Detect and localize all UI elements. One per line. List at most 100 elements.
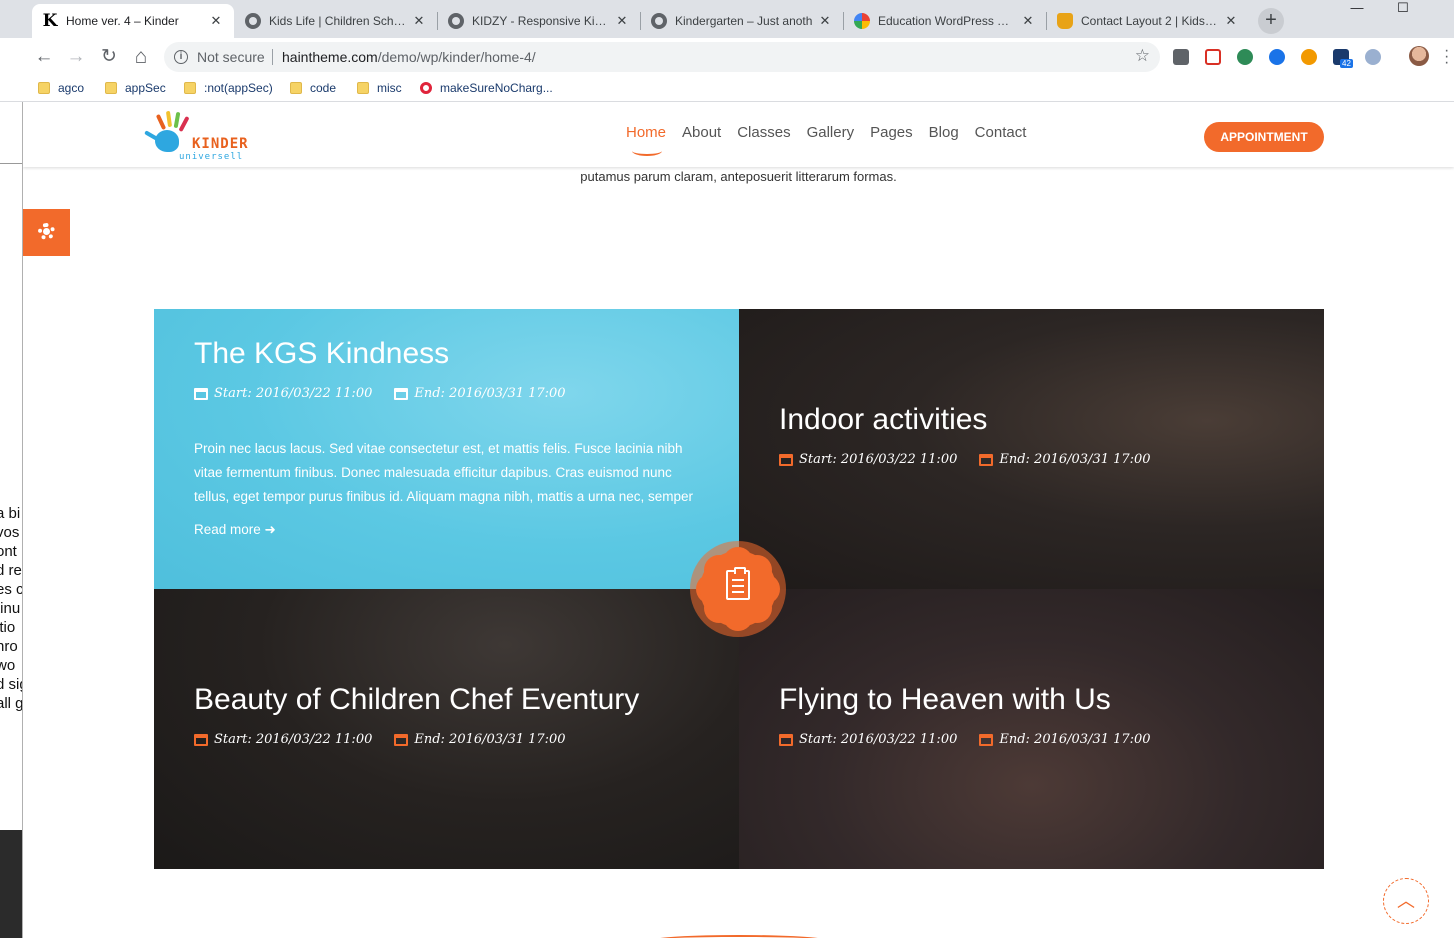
close-tab-icon[interactable]: ✕ — [817, 13, 833, 29]
globe-icon — [448, 13, 464, 29]
nav-gallery[interactable]: Gallery — [807, 124, 855, 141]
fragment-text: d re — [0, 562, 22, 579]
event-end: End: 2016/03/31 17:00 — [999, 452, 1151, 467]
nav-classes[interactable]: Classes — [737, 124, 790, 141]
event-start: Start: 2016/03/22 11:00 — [799, 452, 958, 467]
close-tab-icon[interactable]: ✕ — [1223, 13, 1239, 29]
nav-contact[interactable]: Contact — [975, 124, 1027, 141]
bookmark-label: makeSureNoCharg... — [440, 81, 553, 95]
event-meta: Start: 2016/03/22 11:00 End: 2016/03/31 … — [779, 452, 1151, 467]
tab-title: Contact Layout 2 | Kids Lif — [1081, 14, 1219, 28]
tab-education-wordpress[interactable]: Education WordPress Ther ✕ — [844, 4, 1046, 38]
event-title[interactable]: Indoor activities — [779, 403, 987, 437]
fragment-text: wo — [0, 657, 16, 674]
url-host: haintheme.com — [282, 49, 378, 65]
folder-icon — [290, 82, 302, 94]
bookmark-label: appSec — [125, 81, 166, 95]
close-tab-icon[interactable]: ✕ — [1020, 13, 1036, 29]
globe-icon — [651, 13, 667, 29]
bookmark-misc[interactable]: misc — [357, 81, 402, 95]
bookmark-code[interactable]: code — [290, 81, 336, 95]
download-extension-icon[interactable] — [1173, 49, 1189, 65]
bookmark-label: misc — [377, 81, 402, 95]
info-extension-icon[interactable] — [1365, 49, 1381, 65]
browser-menu-icon[interactable]: · · · — [1444, 43, 1450, 71]
bookmark-appsec[interactable]: appSec — [105, 81, 166, 95]
tab-home-ver-4[interactable]: K Home ver. 4 – Kinder ✕ — [32, 4, 234, 38]
calendar-icon — [779, 733, 793, 746]
close-tab-icon[interactable]: ✕ — [208, 13, 224, 29]
forward-button[interactable]: → — [64, 46, 88, 68]
globe-icon — [245, 13, 261, 29]
fragment-text: vos a — [0, 524, 22, 541]
nav-home[interactable]: Home — [626, 124, 666, 156]
main-nav: Home About Classes Gallery Pages Blog Co… — [626, 124, 1027, 156]
site-header: KINDER universell Home About Classes Gal… — [23, 102, 1454, 167]
trophy-icon — [1057, 13, 1073, 29]
reload-button[interactable]: ↻ — [97, 46, 121, 68]
event-title[interactable]: Flying to Heaven with Us — [779, 683, 1111, 717]
bookmark-makesurenocharg[interactable]: makeSureNoCharg... — [420, 81, 553, 95]
tab-kindergarten[interactable]: Kindergarten – Just anoth ✕ — [641, 4, 843, 38]
close-tab-icon[interactable]: ✕ — [614, 13, 630, 29]
calendar-icon — [394, 387, 409, 400]
event-card-children-chef[interactable]: Beauty of Children Chef Eventury Start: … — [154, 589, 739, 869]
folder-icon — [184, 82, 196, 94]
calendar-icon — [779, 453, 793, 466]
bookmark-label: agco — [58, 81, 85, 95]
back-button[interactable]: ← — [32, 46, 56, 68]
nav-pages[interactable]: Pages — [870, 124, 913, 141]
fragment-text: hro — [0, 638, 18, 655]
fragment-text: tinu — [0, 600, 21, 617]
gear-icon — [38, 223, 55, 240]
tab-kids-life[interactable]: Kids Life | Children School ✕ — [235, 4, 437, 38]
close-tab-icon[interactable]: ✕ — [411, 13, 427, 29]
nav-about[interactable]: About — [682, 124, 721, 141]
browser-tab-strip: K Home ver. 4 – Kinder ✕ Kids Life | Chi… — [0, 0, 1454, 38]
site-logo[interactable]: KINDER universell — [144, 110, 253, 162]
tab-title: KIDZY - Responsive Kinde — [472, 14, 610, 28]
bookmark-star-icon[interactable]: ☆ — [1135, 46, 1150, 66]
bookmark-agco[interactable]: agco — [38, 81, 84, 95]
bookmark-not-appsec[interactable]: :not(appSec) — [184, 81, 273, 95]
tab-title: Kindergarten – Just anoth — [675, 14, 813, 28]
profile-avatar[interactable] — [1409, 46, 1429, 66]
earth-extension-icon[interactable] — [1237, 49, 1253, 65]
logo-word: KINDER — [192, 136, 249, 152]
minimize-button[interactable]: — — [1334, 0, 1380, 22]
clipboard-badge — [690, 541, 786, 637]
clipboard-icon — [726, 567, 750, 600]
event-card-flying-to-heaven[interactable]: Flying to Heaven with Us Start: 2016/03/… — [739, 589, 1324, 869]
settings-panel-toggle[interactable] — [23, 209, 70, 256]
extension-badge: 42 — [1340, 59, 1353, 68]
fragment-text: es c — [0, 581, 23, 598]
event-title[interactable]: The KGS Kindness — [194, 337, 449, 371]
maximize-button[interactable]: ☐ — [1380, 0, 1426, 22]
security-label: Not secure — [197, 49, 265, 65]
web-page: KINDER universell Home About Classes Gal… — [23, 102, 1454, 938]
tab-kidzy[interactable]: KIDZY - Responsive Kinde ✕ — [438, 4, 640, 38]
gmail-extension-icon[interactable] — [1205, 49, 1221, 65]
url-text[interactable]: haintheme.com/demo/wp/kinder/home-4/ — [282, 49, 536, 65]
tab-title: Kids Life | Children School — [269, 14, 407, 28]
nav-blog[interactable]: Blog — [929, 124, 959, 141]
event-start: Start: 2016/03/22 11:00 — [799, 732, 958, 747]
info-icon[interactable]: i — [174, 50, 188, 64]
colorful-icon — [854, 13, 870, 29]
event-title[interactable]: Beauty of Children Chef Eventury — [194, 683, 639, 717]
appointment-button[interactable]: APPOINTMENT — [1204, 122, 1324, 152]
calendar-icon — [979, 453, 994, 466]
event-card-indoor-activities[interactable]: Indoor activities Start: 2016/03/22 11:0… — [739, 309, 1324, 589]
check-extension-icon[interactable] — [1269, 49, 1285, 65]
read-more-link[interactable]: Read more ➜ — [194, 522, 276, 538]
new-tab-button[interactable]: + — [1258, 8, 1284, 34]
tab-title: Education WordPress Ther — [878, 14, 1016, 28]
tab-contact-layout[interactable]: Contact Layout 2 | Kids Lif ✕ — [1047, 4, 1249, 38]
back-to-top-button[interactable]: ︿ — [1383, 878, 1429, 924]
so-extension-icon[interactable] — [1301, 49, 1317, 65]
event-card-kgs-kindness[interactable]: The KGS Kindness Start: 2016/03/22 11:00… — [154, 309, 739, 589]
address-bar[interactable]: i Not secure haintheme.com/demo/wp/kinde… — [164, 42, 1160, 72]
home-button[interactable]: ⌂ — [129, 46, 153, 68]
bookmarks-bar: agco appSec :not(appSec) code misc makeS… — [0, 76, 1454, 102]
event-end: End: 2016/03/31 17:00 — [414, 732, 566, 747]
